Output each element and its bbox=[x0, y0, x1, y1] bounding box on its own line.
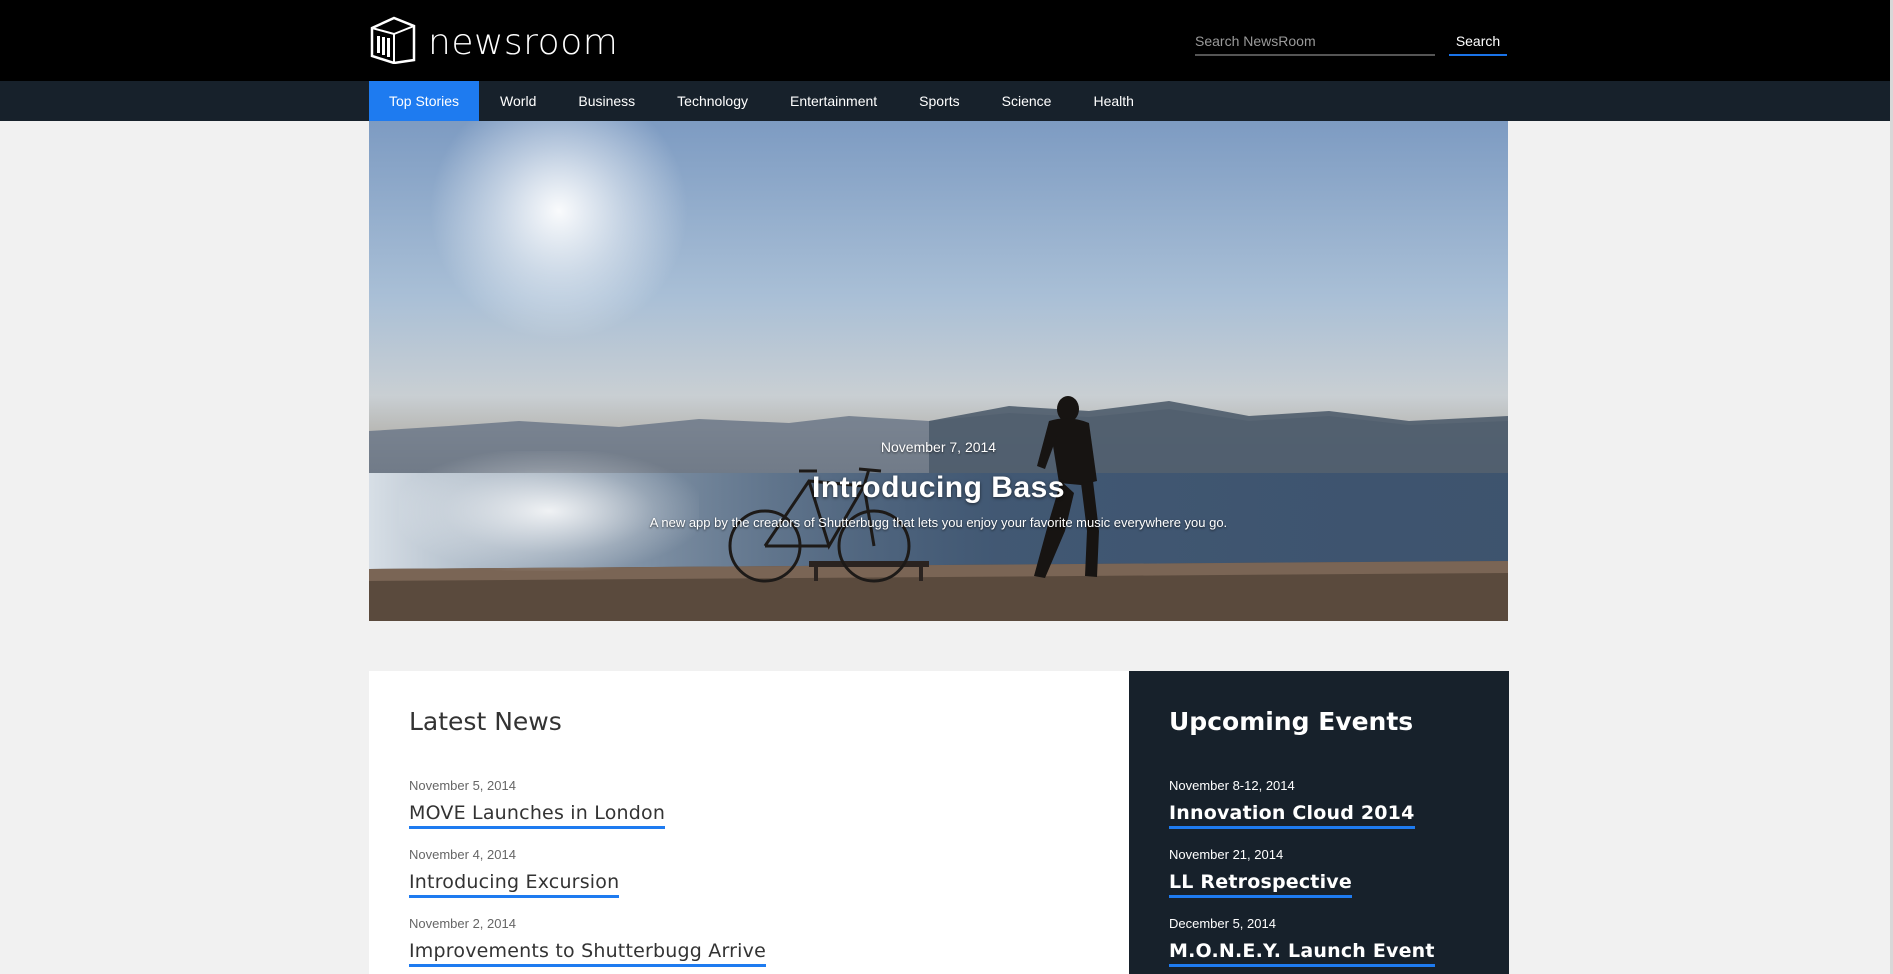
hero-caption: November 7, 2014 Introducing Bass A new … bbox=[369, 439, 1508, 530]
latest-news-panel: Latest News November 5, 2014 MOVE Launch… bbox=[369, 671, 1129, 974]
building-icon bbox=[368, 16, 418, 69]
upcoming-events-panel: Upcoming Events November 8-12, 2014 Inno… bbox=[1129, 671, 1509, 974]
hero-banner[interactable]: November 7, 2014 Introducing Bass A new … bbox=[369, 121, 1508, 621]
upcoming-events-heading: Upcoming Events bbox=[1169, 707, 1414, 736]
event-link[interactable]: M.O.N.E.Y. Launch Event bbox=[1169, 940, 1435, 967]
list-item: November 4, 2014 Introducing Excursion bbox=[409, 847, 620, 898]
news-link[interactable]: MOVE Launches in London bbox=[409, 802, 666, 829]
nav-item-business[interactable]: Business bbox=[557, 81, 656, 121]
list-item: December 5, 2014 M.O.N.E.Y. Launch Event bbox=[1169, 916, 1435, 967]
category-nav: Top Stories World Business Technology En… bbox=[0, 81, 1893, 121]
news-date: November 2, 2014 bbox=[409, 916, 516, 931]
nav-item-sports[interactable]: Sports bbox=[898, 81, 980, 121]
logo[interactable]: newsroom bbox=[368, 16, 618, 69]
hero-date: November 7, 2014 bbox=[880, 439, 997, 455]
event-link[interactable]: LL Retrospective bbox=[1169, 871, 1352, 898]
nav-item-entertainment[interactable]: Entertainment bbox=[769, 81, 898, 121]
hero-title[interactable]: Introducing Bass bbox=[369, 471, 1508, 505]
list-item: November 8-12, 2014 Innovation Cloud 201… bbox=[1169, 778, 1415, 829]
hero-subtitle: A new app by the creators of Shutterbugg… bbox=[649, 515, 1228, 530]
news-date: November 4, 2014 bbox=[409, 847, 516, 862]
event-date: November 21, 2014 bbox=[1169, 847, 1284, 862]
top-header: newsroom Search bbox=[0, 0, 1893, 81]
news-link[interactable]: Improvements to Shutterbugg Arrive bbox=[409, 940, 766, 967]
list-item: November 21, 2014 LL Retrospective bbox=[1169, 847, 1352, 898]
nav-item-health[interactable]: Health bbox=[1072, 81, 1154, 121]
latest-news-heading: Latest News bbox=[409, 707, 562, 736]
list-item: November 5, 2014 MOVE Launches in London bbox=[409, 778, 666, 829]
event-date: November 8-12, 2014 bbox=[1169, 778, 1295, 793]
nav-item-technology[interactable]: Technology bbox=[656, 81, 769, 121]
logo-text: newsroom bbox=[428, 21, 619, 63]
event-date: December 5, 2014 bbox=[1169, 916, 1276, 931]
search-input[interactable] bbox=[1195, 28, 1435, 56]
search-button[interactable]: Search bbox=[1449, 28, 1507, 56]
news-date: November 5, 2014 bbox=[409, 778, 516, 793]
list-item: November 2, 2014 Improvements to Shutter… bbox=[409, 916, 766, 967]
search-box bbox=[1195, 28, 1435, 56]
nav-item-top-stories[interactable]: Top Stories bbox=[369, 81, 480, 121]
nav-item-world[interactable]: World bbox=[479, 81, 557, 121]
news-link[interactable]: Introducing Excursion bbox=[409, 871, 620, 898]
event-link[interactable]: Innovation Cloud 2014 bbox=[1169, 802, 1415, 829]
nav-item-science[interactable]: Science bbox=[981, 81, 1073, 121]
